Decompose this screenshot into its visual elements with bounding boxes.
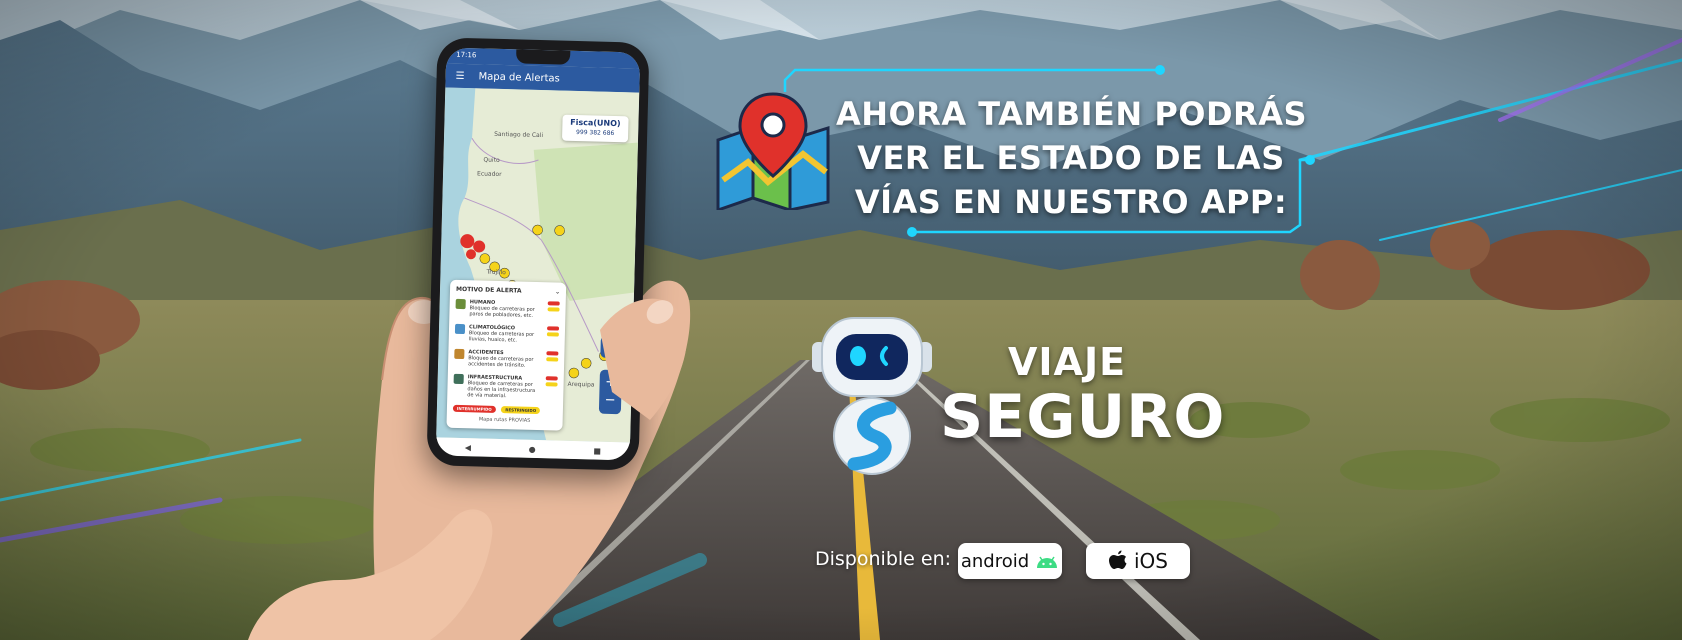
map-label-ecuador: Ecuador xyxy=(476,170,502,179)
legend-row: CLIMATOLÓGICO Bloqueo de carreteras por l… xyxy=(454,323,560,345)
map-pin-icon xyxy=(716,92,830,210)
android-label: android xyxy=(960,550,1030,572)
infrastructure-icon xyxy=(453,373,464,385)
map-label-arequipa: Arequipa xyxy=(567,380,595,389)
locate-button[interactable]: ◎ xyxy=(600,335,623,359)
legend-row-text: Bloqueo de carreteras por accidentes de … xyxy=(468,355,534,369)
phone-screen: 17:16 ☰ Mapa de Alertas Santiago de Cali… xyxy=(435,47,641,461)
brand-viaje: VIAJE xyxy=(1008,340,1127,384)
legend-row-text: Bloqueo de carreteras por daños en la in… xyxy=(467,380,536,400)
map-label-cali: Santiago de Cali xyxy=(494,130,544,140)
legend-row-text: Bloqueo de carreteras por lluvias, huaic… xyxy=(468,330,535,344)
ios-label: iOS xyxy=(1134,549,1168,573)
status-time: 17:16 xyxy=(456,50,477,60)
chevron-down-icon[interactable]: ⌄ xyxy=(555,288,560,295)
back-icon[interactable]: ◀ xyxy=(465,443,471,452)
brand-seguro: SEGURO xyxy=(940,382,1226,452)
headline-line-2: VER EL ESTADO DE LAS xyxy=(857,139,1285,177)
home-icon[interactable]: ● xyxy=(529,444,536,453)
legend-row: ACCIDENTES Bloqueo de carreteras por acci… xyxy=(454,348,559,370)
legend-row: HUMANO Bloqueo de carreteras por paros de… xyxy=(455,298,560,320)
map-label-quito: Quito xyxy=(483,156,500,164)
banner: AHORA TAMBIÉN PODRÁS VER EL ESTADO DE LA… xyxy=(0,0,1682,640)
map-label-trujillo: Trujillo xyxy=(486,268,506,277)
zoom-out-button[interactable]: − xyxy=(599,392,621,411)
android-store-badge[interactable]: android xyxy=(958,543,1062,579)
phone-mockup: 17:16 ☰ Mapa de Alertas Santiago de Cali… xyxy=(426,37,650,471)
robot-mascot-icon xyxy=(812,317,932,475)
android-nav-bar: ◀ ● ■ xyxy=(435,437,631,461)
logo-number: 999 382 686 xyxy=(576,128,615,137)
fiscauno-logo: Fisca(UNO) 999 382 686 xyxy=(561,114,629,143)
alert-legend-panel: MOTIVO DE ALERTA ⌄ HUMANO Bloqueo de carr… xyxy=(446,279,567,431)
legend-row: INFRAESTRUCTURA Bloqueo de carreteras por… xyxy=(453,373,558,401)
panel-footer: Mapa rutas PROVIAS xyxy=(478,416,531,424)
apple-icon xyxy=(1109,550,1127,569)
legend-row-text: Bloqueo de carreteras por paros de pobla… xyxy=(469,305,535,319)
zoom-control: + − xyxy=(598,369,622,415)
available-label: Disponible en: xyxy=(815,548,952,570)
accident-icon xyxy=(454,348,465,360)
headline-line-1: AHORA TAMBIÉN PODRÁS xyxy=(836,95,1307,133)
recent-apps-icon[interactable]: ■ xyxy=(593,446,601,455)
weather-icon xyxy=(454,323,466,335)
pill-restricted: RESTRINGIDO xyxy=(501,406,541,415)
camera-notch xyxy=(515,49,571,65)
headline: AHORA TAMBIÉN PODRÁS VER EL ESTADO DE LA… xyxy=(836,92,1307,224)
ios-store-badge[interactable]: iOS xyxy=(1086,543,1190,579)
headline-line-3: VÍAS EN NUESTRO APP: xyxy=(854,183,1288,221)
zoom-in-button[interactable]: + xyxy=(599,374,621,393)
menu-icon[interactable]: ☰ xyxy=(455,70,464,81)
panel-title: MOTIVO DE ALERTA xyxy=(455,285,522,295)
app-title: Mapa de Alertas xyxy=(478,70,560,85)
android-robot-icon xyxy=(1037,556,1058,568)
pill-interrupted: INTERRUMPIDO xyxy=(452,404,496,413)
human-icon xyxy=(455,298,466,310)
